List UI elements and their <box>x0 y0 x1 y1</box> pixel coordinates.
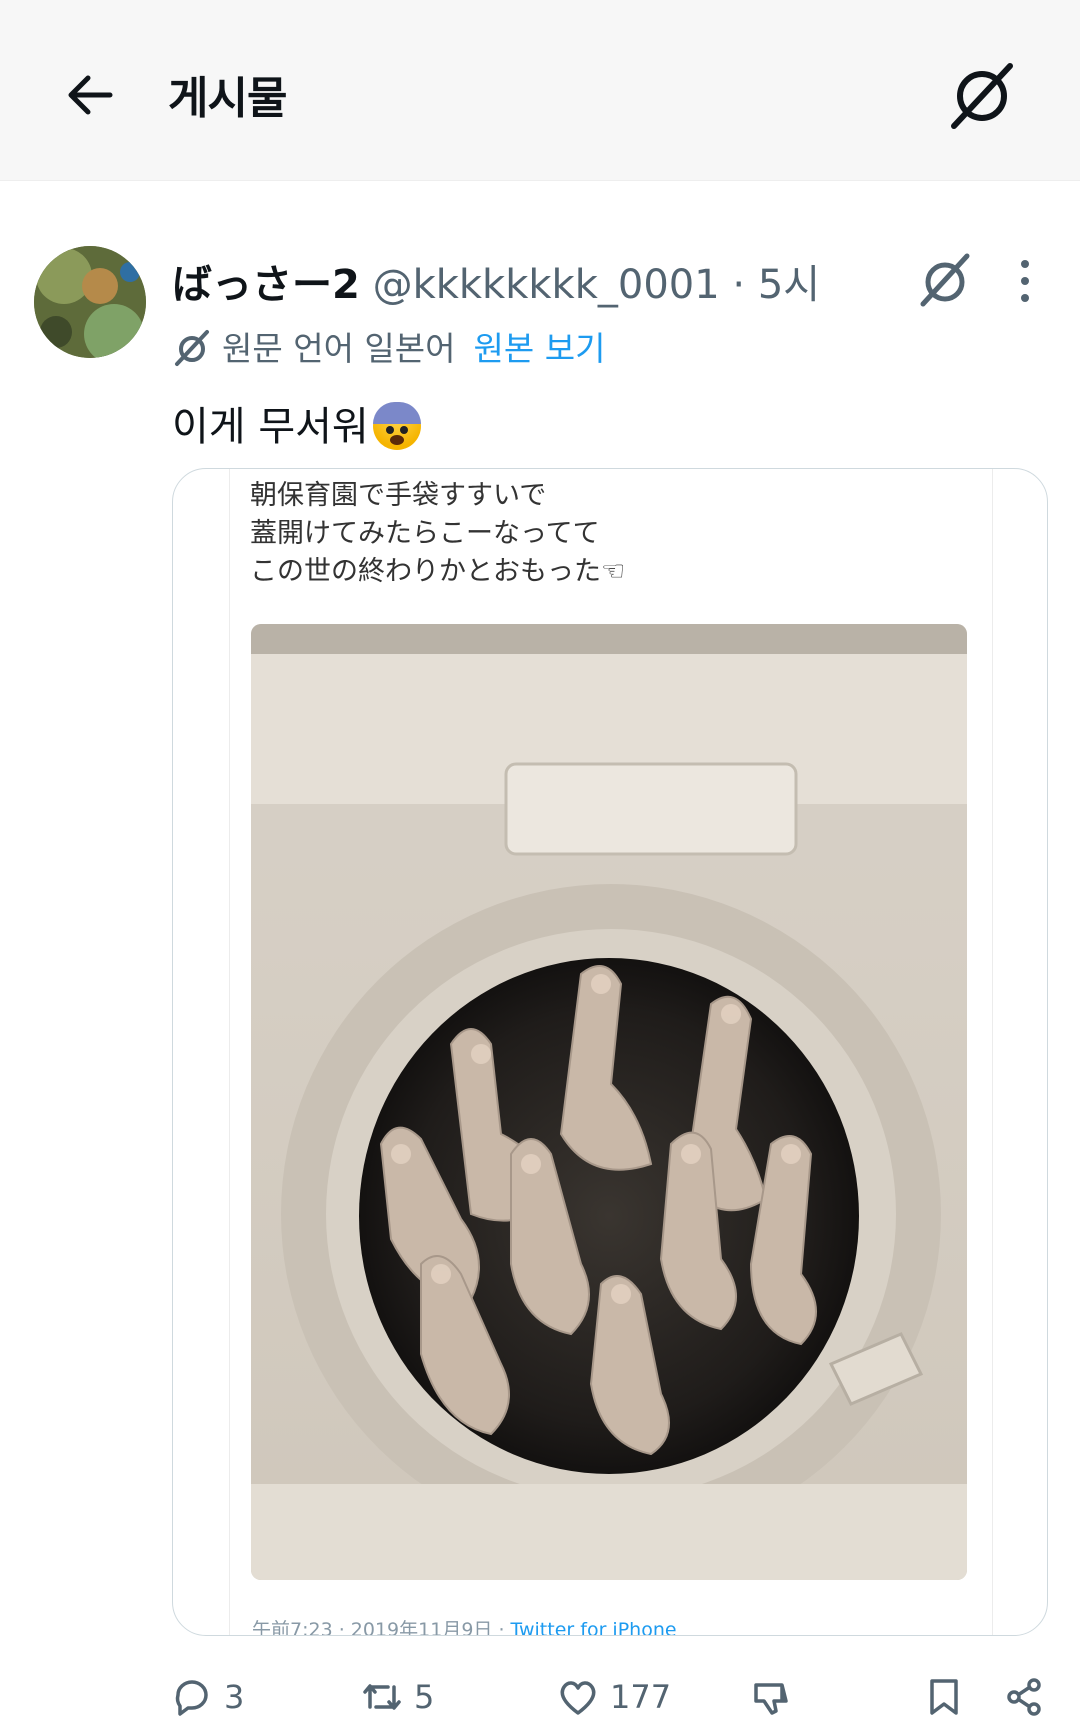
post-time[interactable]: 5시 <box>758 262 820 308</box>
washing-machine-photo <box>251 624 967 1580</box>
fearful-face-emoji-icon <box>372 402 421 450</box>
embedded-caption: 朝保育園で手袋すすいで 蓋開けてみたらこーなってて この世の終わりかとおもった☜ <box>250 480 626 587</box>
separator-dot: · <box>732 262 746 308</box>
reply-icon <box>175 1680 208 1716</box>
user-handle[interactable]: @kkkkkkkk_0001 <box>373 262 720 308</box>
translation-label: 원문 언어 일본어 <box>222 329 456 368</box>
repost-button[interactable]: 5 <box>360 1672 434 1722</box>
embedded-client: Twitter for iPhone <box>510 1619 677 1636</box>
show-original-link[interactable]: 원본 보기 <box>474 329 606 368</box>
back-arrow-icon[interactable] <box>60 65 120 125</box>
like-button[interactable]: 177 <box>556 1672 671 1722</box>
bookmark-icon <box>930 1679 958 1715</box>
embedded-screenshot: 朝保育園で手袋すすいで 蓋開けてみたらこーなってて この世の終わりかとおもった☜ <box>229 469 993 1635</box>
avatar[interactable] <box>34 246 146 358</box>
dislike-icon <box>754 1683 788 1715</box>
post-text: 이게 무서워 <box>172 394 421 452</box>
grok-icon <box>172 328 212 368</box>
media-image[interactable]: 朝保育園で手袋すすいで 蓋開けてみたらこーなってて この世の終わりかとおもった☜ <box>172 468 1048 1636</box>
bookmark-button[interactable] <box>922 1672 966 1722</box>
page-title: 게시물 <box>168 73 287 124</box>
top-bar: 게시물 <box>0 0 1080 181</box>
display-name[interactable]: ばっさー2 <box>172 262 360 308</box>
embedded-timestamp: 午前7:23 · 2019年11月9日 · <box>252 1619 511 1636</box>
embedded-meta: 午前7:23 · 2019年11月9日 · Twitter for iPhone <box>252 1615 677 1636</box>
grok-icon[interactable] <box>944 58 1020 134</box>
like-count: 177 <box>610 1678 672 1716</box>
translation-note: 원문 언어 일본어 원본 보기 <box>172 322 605 370</box>
post-header: ばっさー2 @kkkkkkkk_0001 · 5시 <box>172 252 820 310</box>
grok-icon[interactable] <box>915 250 975 310</box>
dislike-button[interactable] <box>750 1672 794 1722</box>
more-icon[interactable] <box>1010 258 1040 304</box>
reply-count: 3 <box>224 1678 245 1716</box>
share-button[interactable] <box>1002 1672 1046 1722</box>
action-bar: 3 5 177 <box>0 1660 1080 1734</box>
post-text-body: 이게 무서워 <box>172 404 369 450</box>
repost-icon <box>363 1684 401 1710</box>
repost-count: 5 <box>414 1678 435 1716</box>
like-icon <box>560 1681 596 1715</box>
share-icon <box>1007 1678 1041 1716</box>
reply-button[interactable]: 3 <box>170 1672 244 1722</box>
